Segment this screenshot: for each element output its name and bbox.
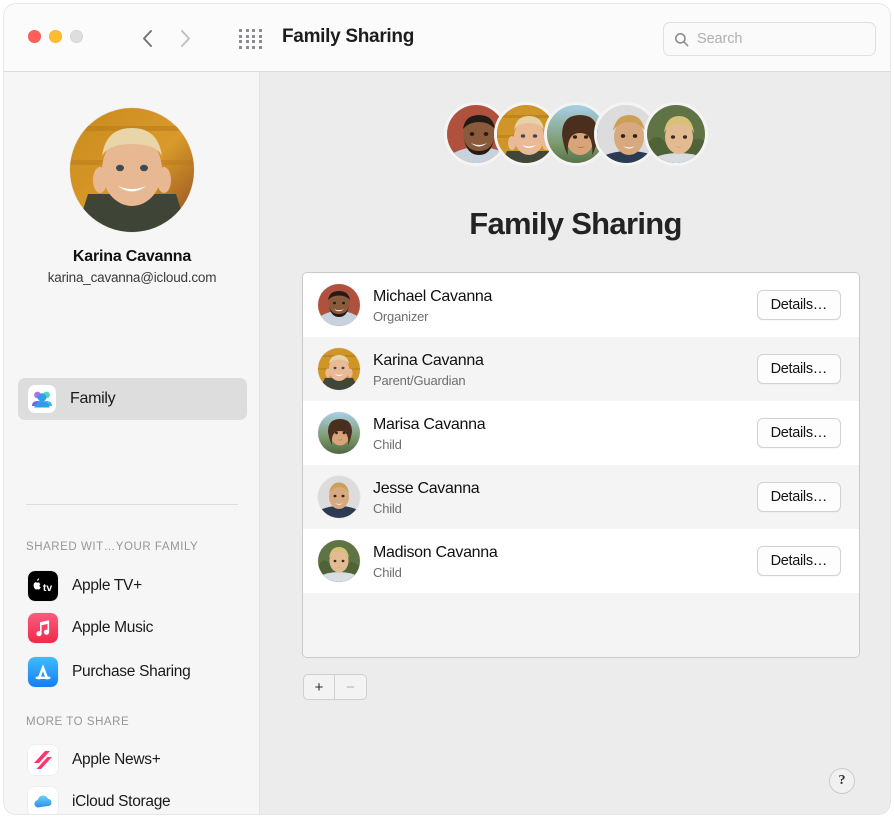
- traffic-lights: [28, 30, 83, 43]
- window-title: Family Sharing: [282, 26, 415, 47]
- account-profile: Karina Cavanna karina_cavanna@icloud.com: [4, 72, 260, 285]
- member-name: Michael Cavanna: [373, 287, 493, 305]
- sidebar-item-label: Family: [70, 390, 116, 407]
- member-name: Karina Cavanna: [373, 351, 484, 369]
- avatar: [318, 348, 360, 390]
- member-info: Michael Cavanna Organizer: [373, 287, 757, 324]
- window-toolbar: Family Sharing Search: [4, 4, 890, 72]
- table-row[interactable]: Michael Cavanna Organizer Details…: [303, 273, 859, 337]
- member-info: Jesse Cavanna Child: [373, 479, 757, 516]
- help-button[interactable]: ?: [829, 768, 855, 794]
- member-role: Organizer: [373, 308, 429, 324]
- sidebar-item-apple-music[interactable]: Apple Music: [18, 608, 247, 648]
- sidebar-divider: [26, 504, 238, 505]
- sidebar-group-title-shared: SHARED WIT…YOUR FAMILY: [26, 541, 199, 553]
- details-button[interactable]: Details…: [756, 290, 841, 320]
- member-name: Madison Cavanna: [373, 543, 498, 561]
- table-row[interactable]: Madison Cavanna Child Details…: [303, 529, 859, 593]
- main-panel: Family Sharing Michael Cavanna Organizer…: [261, 72, 890, 814]
- profile-name: Karina Cavanna: [72, 248, 192, 265]
- profile-email: karina_cavanna@icloud.com: [47, 270, 217, 285]
- icloud-icon: [28, 787, 58, 814]
- search-placeholder: Search: [697, 31, 743, 47]
- member-role: Parent/Guardian: [373, 372, 466, 388]
- details-button[interactable]: Details…: [756, 546, 841, 576]
- apple-news-icon: [28, 745, 58, 775]
- sidebar-item-family[interactable]: Family: [18, 378, 247, 420]
- cluster-avatar-madison: [643, 102, 708, 166]
- details-button[interactable]: Details…: [756, 418, 841, 448]
- details-button[interactable]: Details…: [756, 354, 841, 384]
- preferences-window: Family Sharing Search Karina Cavanna kar…: [4, 4, 890, 814]
- member-name: Marisa Cavanna: [373, 415, 486, 433]
- chevron-right-icon: [180, 29, 190, 47]
- page-title: Family Sharing: [469, 206, 682, 241]
- family-members-list: Michael Cavanna Organizer Details… Karin…: [302, 272, 860, 658]
- svg-text:tv: tv: [43, 582, 52, 594]
- member-info: Karina Cavanna Parent/Guardian: [373, 351, 757, 388]
- sidebar: Karina Cavanna karina_cavanna@icloud.com…: [4, 72, 260, 814]
- sidebar-item-apple-tv-plus[interactable]: tv Apple TV+: [18, 566, 247, 606]
- remove-member-button[interactable]: −: [335, 674, 367, 700]
- table-row[interactable]: Jesse Cavanna Child Details…: [303, 465, 859, 529]
- sidebar-item-purchase-sharing[interactable]: Purchase Sharing: [18, 652, 247, 692]
- member-role: Child: [373, 564, 402, 580]
- karina-avatar-image: [70, 108, 194, 232]
- sidebar-item-label: Apple Music: [72, 619, 154, 636]
- table-row[interactable]: Marisa Cavanna Child Details…: [303, 401, 859, 465]
- minimize-window-button[interactable]: [49, 30, 62, 43]
- member-info: Marisa Cavanna Child: [373, 415, 757, 452]
- forward-button[interactable]: [170, 22, 200, 54]
- show-all-preferences-icon[interactable]: [235, 28, 267, 50]
- details-button[interactable]: Details…: [756, 482, 841, 512]
- sidebar-item-label: Purchase Sharing: [72, 663, 191, 680]
- zoom-window-button[interactable]: [70, 30, 83, 43]
- add-member-button[interactable]: +: [303, 674, 335, 700]
- sidebar-item-label: Apple TV+: [72, 577, 142, 594]
- add-remove-segmented-control: + −: [303, 674, 367, 700]
- avatar: [318, 540, 360, 582]
- back-button[interactable]: [132, 22, 162, 54]
- apple-tv-plus-icon: tv: [28, 571, 58, 601]
- search-icon: [674, 32, 689, 46]
- family-icon-glyph: [28, 385, 56, 413]
- search-field[interactable]: Search: [663, 22, 876, 56]
- app-store-icon: [28, 657, 58, 687]
- sidebar-group-title-more: MORE TO SHARE: [26, 716, 130, 728]
- sidebar-item-icloud-storage[interactable]: iCloud Storage: [18, 782, 247, 814]
- avatar[interactable]: [70, 108, 194, 232]
- member-role: Child: [373, 436, 402, 452]
- family-avatar-cluster: [443, 102, 708, 166]
- avatar: [318, 412, 360, 454]
- avatar: [318, 284, 360, 326]
- apple-music-icon: [28, 613, 58, 643]
- member-name: Jesse Cavanna: [373, 479, 480, 497]
- sidebar-item-label: Apple News+: [72, 751, 161, 768]
- avatar: [318, 476, 360, 518]
- close-window-button[interactable]: [28, 30, 41, 43]
- chevron-left-icon: [142, 29, 152, 47]
- member-info: Madison Cavanna Child: [373, 543, 757, 580]
- sidebar-item-label: iCloud Storage: [72, 793, 171, 810]
- list-empty-area: [303, 593, 859, 657]
- member-role: Child: [373, 500, 402, 516]
- table-row[interactable]: Karina Cavanna Parent/Guardian Details…: [303, 337, 859, 401]
- sidebar-item-apple-news-plus[interactable]: Apple News+: [18, 740, 247, 780]
- family-icon: [28, 385, 56, 413]
